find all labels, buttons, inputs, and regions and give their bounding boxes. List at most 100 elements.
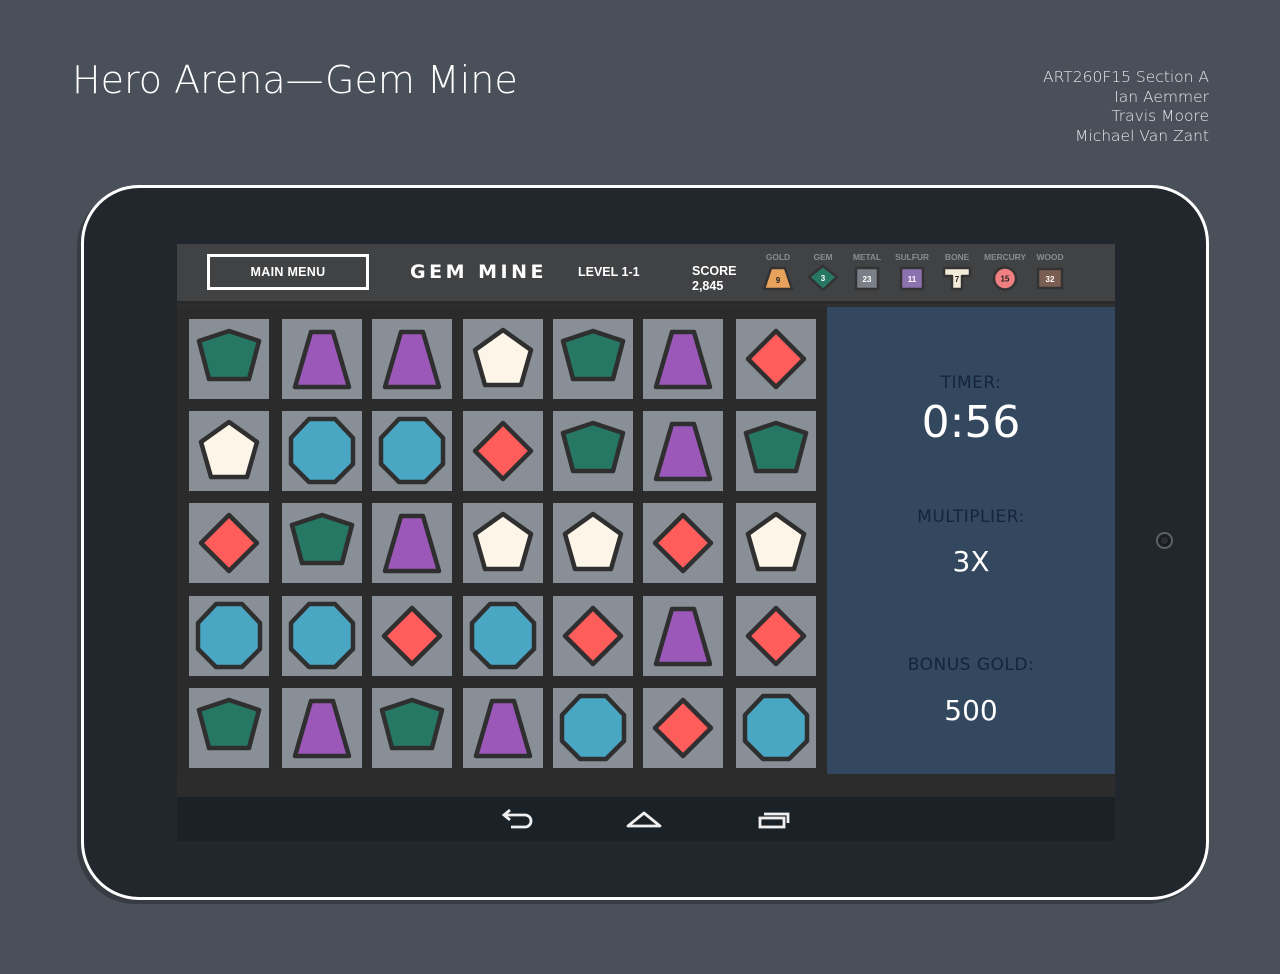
blue-octagon-gem-icon xyxy=(378,416,446,485)
gem-cell[interactable] xyxy=(641,594,725,678)
red-diamond-gem-icon xyxy=(652,697,714,759)
gem-cell[interactable] xyxy=(280,317,364,401)
gold-trapezoid-icon: 9 xyxy=(762,266,794,291)
gem-cell[interactable] xyxy=(187,317,271,401)
resource-gem: GEM 3 xyxy=(801,252,845,292)
gem-cell[interactable] xyxy=(734,686,818,770)
wood-plank-icon: 32 xyxy=(1036,267,1064,290)
red-diamond-gem-icon xyxy=(198,512,260,574)
red-diamond-gem-icon xyxy=(745,605,807,667)
green-pentagon-gem-icon xyxy=(560,328,626,382)
white-pentagon-gem-icon xyxy=(562,511,624,572)
gem-cell[interactable] xyxy=(187,686,271,770)
resource-count: 7 xyxy=(955,275,960,284)
credit-line: Michael Van Zant xyxy=(1075,127,1209,146)
metal-block-icon: 23 xyxy=(854,266,880,291)
red-diamond-gem-icon xyxy=(381,605,443,667)
gem-cell[interactable] xyxy=(734,594,818,678)
gem-cell[interactable] xyxy=(461,686,545,770)
red-diamond-gem-icon xyxy=(472,420,534,482)
gem-cell[interactable] xyxy=(370,686,454,770)
gem-cell[interactable] xyxy=(641,317,725,401)
resource-label: MERCURY xyxy=(984,252,1026,262)
gem-cell[interactable] xyxy=(461,594,545,678)
purple-trapezoid-gem-icon xyxy=(653,421,713,482)
blue-octagon-gem-icon xyxy=(742,693,810,762)
top-bar: MAIN MENU GEM MINE LEVEL 1-1 SCORE 2,845… xyxy=(177,244,1115,304)
gem-cell[interactable] xyxy=(461,317,545,401)
gem-cell[interactable] xyxy=(370,594,454,678)
purple-trapezoid-gem-icon xyxy=(653,329,713,390)
gem-cell[interactable] xyxy=(187,594,271,678)
gem-cell[interactable] xyxy=(641,686,725,770)
purple-trapezoid-gem-icon xyxy=(292,698,352,759)
green-pentagon-gem-icon xyxy=(560,420,626,474)
gem-cell[interactable] xyxy=(370,501,454,585)
gem-cell[interactable] xyxy=(551,686,635,770)
gem-cell[interactable] xyxy=(280,686,364,770)
back-icon[interactable] xyxy=(497,806,537,832)
resource-gold: GOLD 9 xyxy=(756,252,800,292)
red-diamond-gem-icon xyxy=(745,328,807,390)
recents-icon[interactable] xyxy=(752,806,792,832)
resource-sulfur: SULFUR 11 xyxy=(890,252,934,292)
resource-count: 32 xyxy=(1046,275,1055,284)
mercury-circle-icon: 15 xyxy=(992,266,1018,291)
resource-count: 9 xyxy=(776,276,781,285)
blue-octagon-gem-icon xyxy=(288,601,356,670)
score-display: SCORE 2,845 xyxy=(692,264,736,294)
main-menu-button[interactable]: MAIN MENU xyxy=(207,254,369,290)
resource-label: METAL xyxy=(852,252,882,262)
gem-cell[interactable] xyxy=(370,409,454,493)
score-label: SCORE xyxy=(692,264,737,278)
blue-octagon-gem-icon xyxy=(559,693,627,762)
gem-cell[interactable] xyxy=(734,409,818,493)
timer-value: 0:56 xyxy=(921,397,1021,448)
credit-line: ART260F15 Section A xyxy=(1043,68,1209,86)
gem-cell[interactable] xyxy=(641,409,725,493)
gem-cell[interactable] xyxy=(280,594,364,678)
blue-octagon-gem-icon xyxy=(195,601,263,670)
purple-trapezoid-gem-icon xyxy=(653,606,713,667)
resource-wood: WOOD 32 xyxy=(1028,252,1072,292)
level-indicator: LEVEL 1-1 xyxy=(578,265,640,279)
purple-trapezoid-gem-icon xyxy=(382,329,442,390)
gem-cell[interactable] xyxy=(461,409,545,493)
bonus-gold-value: 500 xyxy=(944,694,998,727)
gem-cell[interactable] xyxy=(551,317,635,401)
gem-cell[interactable] xyxy=(734,501,818,585)
gem-cell[interactable] xyxy=(734,317,818,401)
status-panel: TIMER: 0:56 MULTIPLIER: 3X BONUS GOLD: 5… xyxy=(827,307,1115,774)
resource-count: 15 xyxy=(1001,275,1010,284)
blue-octagon-gem-icon xyxy=(469,601,537,670)
gem-cell[interactable] xyxy=(461,501,545,585)
resource-count: 11 xyxy=(908,275,917,284)
gem-cell[interactable] xyxy=(370,317,454,401)
white-pentagon-gem-icon xyxy=(472,327,534,388)
bonus-gold-label: BONUS GOLD: xyxy=(907,655,1035,675)
white-pentagon-gem-icon xyxy=(198,419,260,480)
resource-label: BONE xyxy=(944,252,970,262)
white-pentagon-gem-icon xyxy=(745,511,807,572)
timer-label: TIMER: xyxy=(940,373,1002,393)
home-icon[interactable] xyxy=(624,806,664,832)
gem-cell[interactable] xyxy=(551,409,635,493)
gem-cell[interactable] xyxy=(187,501,271,585)
green-pentagon-gem-icon xyxy=(379,697,445,751)
bone-icon: 7 xyxy=(942,266,972,291)
resource-bone: BONE 7 xyxy=(935,252,979,292)
gem-cell[interactable] xyxy=(551,594,635,678)
red-diamond-gem-icon xyxy=(562,605,624,667)
gem-cell[interactable] xyxy=(551,501,635,585)
game-title: GEM MINE xyxy=(410,261,547,283)
slide-title: Hero Arena—Gem Mine xyxy=(72,58,518,102)
camera-icon xyxy=(1156,532,1173,549)
gem-cell[interactable] xyxy=(187,409,271,493)
gem-cell[interactable] xyxy=(280,501,364,585)
gem-cell[interactable] xyxy=(280,409,364,493)
resource-label: GOLD xyxy=(765,252,791,262)
resource-mercury: MERCURY 15 xyxy=(983,252,1027,292)
gem-cell[interactable] xyxy=(641,501,725,585)
resource-count: 3 xyxy=(821,274,826,283)
resource-label: WOOD xyxy=(1036,252,1064,262)
